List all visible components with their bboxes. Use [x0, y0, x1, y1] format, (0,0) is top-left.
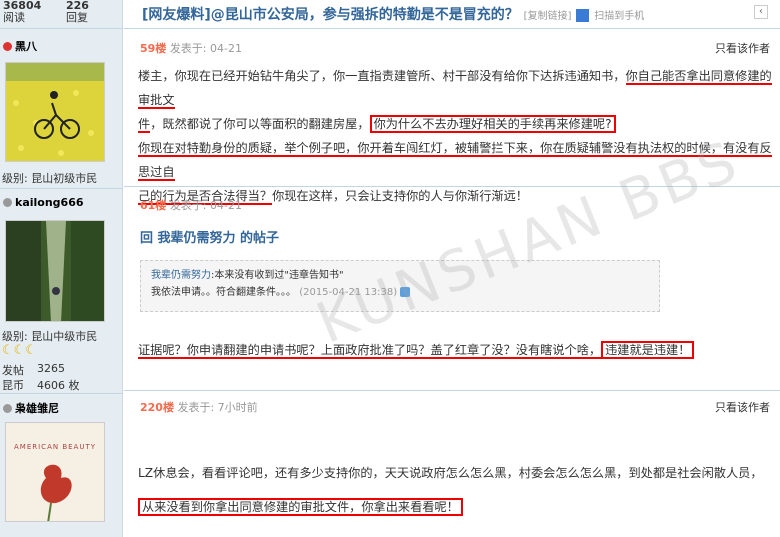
user-icon: [3, 41, 12, 51]
post-meta: 220楼 发表于: 7小时前: [140, 401, 258, 414]
user-level: 级别: 昆山中级市民: [2, 330, 98, 343]
qr-icon[interactable]: [576, 8, 590, 22]
divider: [0, 393, 123, 394]
avatar[interactable]: [5, 220, 105, 322]
user-icon: [3, 403, 12, 413]
divider: [0, 28, 123, 29]
coin-count: 昆币 4606 枚: [2, 379, 80, 392]
divider: [124, 28, 780, 29]
post-author-name[interactable]: 黑八: [3, 38, 37, 54]
post-meta: 59楼 发表于: 04-21: [140, 42, 242, 55]
highlight-underline: 你现在对特勤身份的质疑，举个例子吧，你开着车闯红灯，被辅警拦下来，你在质疑辅警没…: [138, 141, 772, 181]
jump-arrow-icon[interactable]: [400, 287, 411, 297]
user-level: 级别: 昆山初级市民: [2, 172, 98, 185]
reply-title: 回 我辈仍需努力 的帖子: [140, 231, 280, 246]
post-meta: 61楼 发表于: 04-21: [140, 199, 242, 212]
highlight-box: 从来没看到你拿出同意修建的审批文件，你拿出来看看呢！: [138, 498, 463, 516]
highlight-underline: 件: [138, 117, 151, 133]
divider: [124, 390, 780, 391]
highlight-box: 你为什么不去办理好相关的手续再来修建呢?: [369, 115, 616, 133]
scan-to-phone-link[interactable]: 扫描到手机: [594, 11, 644, 22]
scroll-button[interactable]: ‹: [754, 5, 768, 19]
post-body: 证据呢？你申请翻建的申请书呢？上面政府批准了吗？盖了红章了没？没有瞎说个啥， 违建…: [138, 338, 778, 362]
quote-block: 我辈仍需努力:本来没有收到过"违章告知书" 我依法申请。。符合翻建条件。。。 (…: [140, 260, 660, 312]
post-count: 发帖 3265: [2, 362, 65, 377]
avatar[interactable]: AMERICAN BEAUTY: [5, 422, 105, 522]
thread-content: [网友爆料]@昆山市公安局，参与强拆的特勤是不是冒充的？ [复制链接] 扫描到手…: [124, 0, 780, 537]
only-author-link[interactable]: 只看该作者: [715, 399, 770, 415]
quote-author[interactable]: 我辈仍需努力: [151, 270, 211, 281]
avatar[interactable]: [5, 62, 105, 162]
moon-rank-icon: ☾☾☾: [2, 343, 37, 358]
user-icon: [3, 198, 12, 207]
author-column: 36804阅读 226回复 黑八 级别: 昆山初级市民 kailong666: [0, 0, 123, 537]
only-author-link[interactable]: 只看该作者: [715, 40, 770, 56]
copy-link[interactable]: [复制链接]: [524, 11, 572, 22]
post-author-name[interactable]: kailong666: [3, 196, 84, 209]
post-body: LZ休息会，看看评论吧，还有多少支持你的，天天说政府怎么怎么黑，村委会怎么怎么黑…: [138, 466, 763, 516]
reads-stat: 36804 阅读: [3, 0, 42, 24]
post-author-name[interactable]: 枭雄雏尼: [3, 400, 59, 416]
divider: [124, 186, 780, 187]
divider: [0, 188, 123, 189]
highlight-underline: 证据呢？你申请翻建的申请书呢？上面政府批准了吗？盖了红章了没？没有瞎说个啥，: [138, 343, 602, 359]
replies-stat: 226 回复: [66, 0, 89, 24]
thread-title: [网友爆料]@昆山市公安局，参与强拆的特勤是不是冒充的？ [复制链接] 扫描到手…: [142, 7, 645, 23]
highlight-box: 违建就是违建！: [601, 341, 695, 359]
